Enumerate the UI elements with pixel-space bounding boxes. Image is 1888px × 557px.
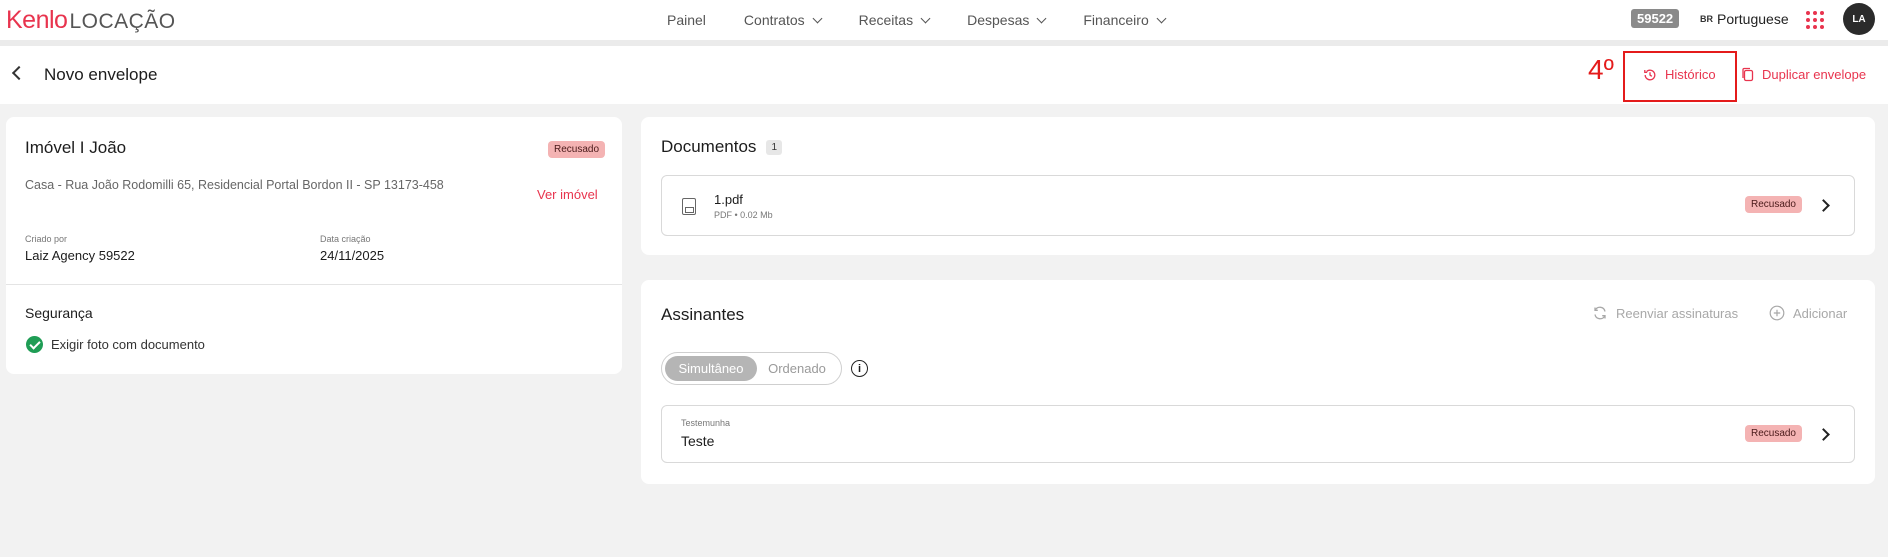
resend-signatures-button[interactable]: Reenviar assinaturas: [1592, 305, 1738, 321]
back-arrow-icon[interactable]: [11, 65, 27, 81]
documents-card: Documentos 1 1.pdf PDF • 0.02 Mb Recusad…: [641, 117, 1875, 255]
add-circle-icon: [1769, 305, 1785, 321]
chevron-right-icon[interactable]: [1817, 199, 1830, 212]
history-icon: [1644, 69, 1656, 80]
chevron-down-icon: [920, 13, 931, 23]
top-navbar: Kenlo LOCAÇÃO Painel Contratos Receitas …: [0, 0, 1888, 46]
document-name: 1.pdf: [714, 192, 743, 207]
history-button[interactable]: Histórico: [1643, 67, 1716, 82]
nav-item-financeiro[interactable]: Financeiro: [1083, 12, 1167, 28]
signers-card: Assinantes Reenviar assinaturas Adiciona…: [641, 280, 1875, 484]
language-label: Portuguese: [1717, 11, 1789, 27]
signer-row[interactable]: Testemunha Teste Recusado: [661, 405, 1855, 463]
nav-label: Financeiro: [1083, 12, 1149, 28]
duplicate-envelope-button[interactable]: Duplicar envelope: [1741, 67, 1866, 82]
status-badge: Recusado: [548, 141, 606, 158]
document-row[interactable]: 1.pdf PDF • 0.02 Mb Recusado: [661, 175, 1855, 236]
nav-item-painel[interactable]: Painel: [667, 12, 706, 28]
language-selector[interactable]: BR Portuguese: [1700, 11, 1789, 27]
chevron-down-icon: [1156, 13, 1167, 23]
status-badge: Recusado: [1744, 196, 1802, 213]
resend-label: Reenviar assinaturas: [1616, 305, 1739, 321]
signer-role: Testemunha: [681, 418, 731, 428]
check-circle-icon: [26, 336, 43, 353]
property-card: Imóvel I João Recusado Casa - Rua João R…: [6, 117, 622, 374]
nav-label: Contratos: [743, 12, 805, 28]
nav-label: Painel: [667, 12, 706, 28]
main-nav: Painel Contratos Receitas Despesas Finan…: [667, 0, 1167, 40]
signing-mode-toggle: Simultâneo Ordenado: [661, 352, 842, 385]
nav-item-despesas[interactable]: Despesas: [967, 12, 1047, 28]
divider: [6, 284, 622, 285]
security-title: Segurança: [25, 305, 93, 321]
nav-item-contratos[interactable]: Contratos: [743, 12, 823, 28]
security-requirement: Exigir foto com documento: [26, 336, 205, 353]
property-title: Imóvel I João: [25, 138, 127, 157]
created-by-value: Laiz Agency 59522: [25, 248, 135, 263]
document-meta: PDF • 0.02 Mb: [714, 210, 773, 220]
documents-count-badge: 1: [766, 139, 782, 155]
user-avatar[interactable]: LA: [1843, 3, 1875, 35]
history-label: Histórico: [1665, 67, 1716, 82]
created-date-label: Data criação: [320, 234, 371, 244]
status-badge: Recusado: [1744, 425, 1802, 442]
duplicate-label: Duplicar envelope: [1762, 67, 1867, 82]
chevron-down-icon: [812, 13, 823, 23]
created-date-value: 24/11/2025: [320, 248, 385, 263]
logo-brand: Kenlo: [6, 6, 68, 34]
security-requirement-label: Exigir foto com documento: [51, 337, 205, 352]
brazil-flag-icon: BR: [1700, 14, 1713, 24]
add-signer-button[interactable]: Adicionar: [1769, 305, 1847, 321]
signer-name: Teste: [681, 433, 715, 449]
page-header: Novo envelope 4º Histórico Duplicar enve…: [0, 46, 1888, 104]
nav-label: Receitas: [858, 12, 914, 28]
created-by-label: Criado por: [25, 234, 68, 244]
refresh-icon: [1594, 306, 1606, 320]
property-address: Casa - Rua João Rodomilli 65, Residencia…: [25, 178, 444, 192]
kenlo-logo[interactable]: Kenlo LOCAÇÃO: [6, 6, 176, 34]
nav-item-receitas[interactable]: Receitas: [858, 12, 931, 28]
agency-code-badge: 59522: [1631, 9, 1680, 28]
mode-ordered[interactable]: Ordenado: [757, 356, 837, 381]
logo-product: LOCAÇÃO: [69, 10, 176, 33]
signers-title: Assinantes: [661, 305, 745, 324]
chevron-down-icon: [1036, 13, 1047, 23]
pdf-file-icon: [682, 198, 696, 215]
step-annotation: 4º: [1588, 54, 1614, 85]
chevron-right-icon[interactable]: [1817, 428, 1830, 441]
documents-title: Documentos: [661, 137, 757, 156]
add-label: Adicionar: [1793, 305, 1848, 321]
copy-icon: [1742, 67, 1754, 82]
page-title: Novo envelope: [44, 65, 158, 84]
apps-grid-icon[interactable]: [1806, 11, 1824, 29]
info-icon[interactable]: i: [851, 360, 868, 377]
nav-label: Despesas: [967, 12, 1030, 28]
documents-header: Documentos 1: [661, 137, 782, 157]
mode-simultaneous[interactable]: Simultâneo: [665, 356, 757, 381]
view-property-link[interactable]: Ver imóvel: [537, 187, 598, 202]
